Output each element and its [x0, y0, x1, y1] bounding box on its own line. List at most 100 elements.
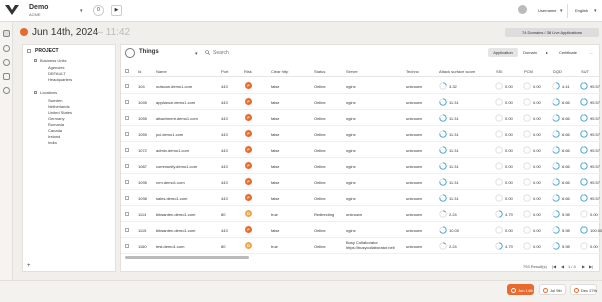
row-checkbox[interactable]	[125, 132, 129, 136]
row-checkbox[interactable]	[125, 148, 129, 152]
col-name[interactable]: Name	[156, 69, 167, 74]
horizontal-scrollbar[interactable]	[125, 256, 249, 259]
language-select[interactable]: English	[575, 8, 588, 13]
table-row[interactable]: 1115 bitwarden.demo1.com 443 Ffalse Online ng…	[121, 222, 602, 238]
add-button[interactable]: +	[27, 263, 31, 269]
tree-item[interactable]: Romania	[48, 122, 64, 127]
expand-icon[interactable]	[34, 91, 37, 94]
cell-name[interactable]: appliance.demo1.com	[156, 100, 195, 105]
org-name: Demo	[29, 4, 49, 11]
col-status[interactable]: Status	[314, 69, 325, 74]
select-all-checkbox[interactable]	[125, 69, 129, 73]
chevron-down-icon[interactable]: ▾	[560, 8, 563, 14]
row-checkbox[interactable]	[125, 212, 129, 216]
snapshot-pill[interactable]: Jun 14th	[507, 284, 534, 295]
table-row[interactable]: 1160 test.demo1.com 80 Dtrue Online Busy Coll…	[121, 238, 601, 254]
tree-item[interactable]: Ireland	[48, 134, 60, 139]
col-ssi[interactable]: SSI	[496, 69, 502, 74]
row-checkbox[interactable]	[125, 196, 129, 200]
col-score[interactable]: Attack surface score	[439, 69, 475, 74]
tree-item[interactable]: United States	[48, 110, 72, 115]
cell-name[interactable]: sales.demo1.com	[156, 196, 187, 201]
tab-application[interactable]: Application	[488, 48, 518, 57]
expand-icon[interactable]	[34, 59, 37, 62]
cell-name[interactable]: outscan.demo1.com	[156, 84, 192, 89]
cell-name[interactable]: crm.demo1.com	[156, 180, 185, 185]
col-id[interactable]: Id	[138, 69, 141, 74]
first-page-button[interactable]: |◀	[552, 264, 556, 269]
row-checkbox[interactable]	[125, 100, 129, 104]
table-row[interactable]: 1087 community.demo1.com 443 Ffalse Online ng…	[121, 158, 601, 174]
chevron-down-icon[interactable]: ▾	[80, 8, 83, 14]
tree-item[interactable]: Agencies	[48, 65, 64, 70]
row-checkbox[interactable]	[125, 116, 129, 120]
project-checkbox[interactable]	[27, 49, 31, 53]
row-checkbox[interactable]	[125, 244, 129, 248]
table-row[interactable]: 1072 admin.demo1.com 443 Ffalse Online nginx u…	[121, 142, 601, 158]
history-icon[interactable]	[3, 87, 10, 94]
chevron-down-icon[interactable]: ▾	[594, 8, 597, 14]
chevron-down-icon[interactable]: ▾	[195, 51, 198, 57]
cell-status: Online	[314, 180, 326, 185]
snapshot-pill[interactable]: Jul 9th	[539, 284, 566, 295]
row-checkbox[interactable]	[125, 228, 129, 232]
row-checkbox[interactable]	[125, 84, 129, 88]
row-checkbox[interactable]	[125, 180, 129, 184]
tree-item[interactable]: India	[48, 140, 57, 145]
tree-locations[interactable]: Locations	[40, 90, 57, 95]
tab-domain[interactable]: Domain	[519, 48, 541, 57]
tree-item[interactable]: Netherlands	[48, 104, 70, 109]
more-button[interactable]: ...	[585, 48, 597, 57]
cell-name[interactable]: attachment.demo1.com	[156, 116, 198, 121]
last-page-button[interactable]: ▶|	[589, 264, 593, 269]
current-date[interactable]: Jun 14th, 2024	[32, 27, 98, 38]
tab-certificate[interactable]: Certificate	[553, 48, 583, 57]
username[interactable]: Username	[538, 8, 556, 13]
cell-name[interactable]: pci.demo1.com	[156, 132, 183, 137]
cell-name[interactable]: bitwarden.demo1.com	[156, 228, 195, 233]
tree-item[interactable]: Headquarters	[48, 77, 72, 82]
table-row[interactable]: 1059 pci.demo1.com 443 Ffalse Online nginx unk…	[121, 126, 601, 142]
cell-sut: 95.57	[590, 148, 601, 153]
table-row[interactable]: 1114 bitwarden.demo1.com 80 Dtrue Redirectin…	[121, 206, 601, 222]
col-risk[interactable]: Risk	[244, 69, 252, 74]
inventory-icon[interactable]	[3, 30, 10, 37]
col-clear-http[interactable]: Clear http	[271, 69, 288, 74]
cell-sut: 0.00	[590, 212, 598, 217]
tree-business-units[interactable]: Business Units	[40, 58, 66, 63]
cell-name[interactable]: admin.demo1.com	[156, 148, 189, 153]
tree-item[interactable]: Germany	[48, 116, 64, 121]
table-row[interactable]: 104 outscan.demo1.com 443 Ffalse Online nginx…	[121, 78, 601, 94]
cell-name[interactable]: test.demo1.com	[156, 244, 184, 249]
tree-item[interactable]: Canada	[48, 128, 62, 133]
org-switcher[interactable]: Demo ACME	[29, 4, 48, 18]
counter-button[interactable]: 0	[93, 5, 104, 16]
tools-icon[interactable]	[3, 73, 10, 80]
col-pcm[interactable]: PCM	[524, 69, 533, 74]
gear-icon[interactable]	[3, 59, 10, 66]
table-row[interactable]: 1055 attachment.demo1.com 443 Ffalse Online n…	[121, 110, 601, 126]
avatar[interactable]	[518, 5, 527, 14]
cell-name[interactable]: community.demo1.com	[156, 164, 197, 169]
cell-server: nginx	[346, 116, 356, 121]
tree-item[interactable]: Sweden	[48, 98, 62, 103]
tree-item[interactable]: DEFAULT	[48, 71, 66, 76]
col-dqd[interactable]: DQD	[553, 69, 562, 74]
table-row[interactable]: 1098 sales.demo1.com 443 Ffalse Online nginx u…	[121, 190, 601, 206]
col-port[interactable]: Port	[221, 69, 228, 74]
prev-page-button[interactable]: ◀	[561, 264, 564, 269]
search-input[interactable]	[213, 48, 493, 57]
col-server[interactable]: Server	[346, 69, 358, 74]
snapshot-pill[interactable]: Dec 27th	[570, 284, 597, 295]
table-row[interactable]: 1045 appliance.demo1.com 443 Ffalse Online ng…	[121, 94, 601, 110]
col-techno[interactable]: Techno	[406, 69, 419, 74]
cell-techno: unknown	[406, 212, 423, 217]
row-checkbox[interactable]	[125, 164, 129, 168]
play-button[interactable]: ▶	[111, 5, 122, 16]
cell-name[interactable]: bitwarden.demo1.com	[156, 212, 195, 217]
globe-icon[interactable]	[3, 45, 10, 52]
next-page-button[interactable]: ▶	[582, 264, 585, 269]
tree-project[interactable]: PROJECT	[35, 48, 59, 54]
table-row[interactable]: 1095 crm.demo1.com 443 Ffalse Online nginx unk…	[121, 174, 601, 190]
col-sut[interactable]: SUT	[581, 69, 589, 74]
